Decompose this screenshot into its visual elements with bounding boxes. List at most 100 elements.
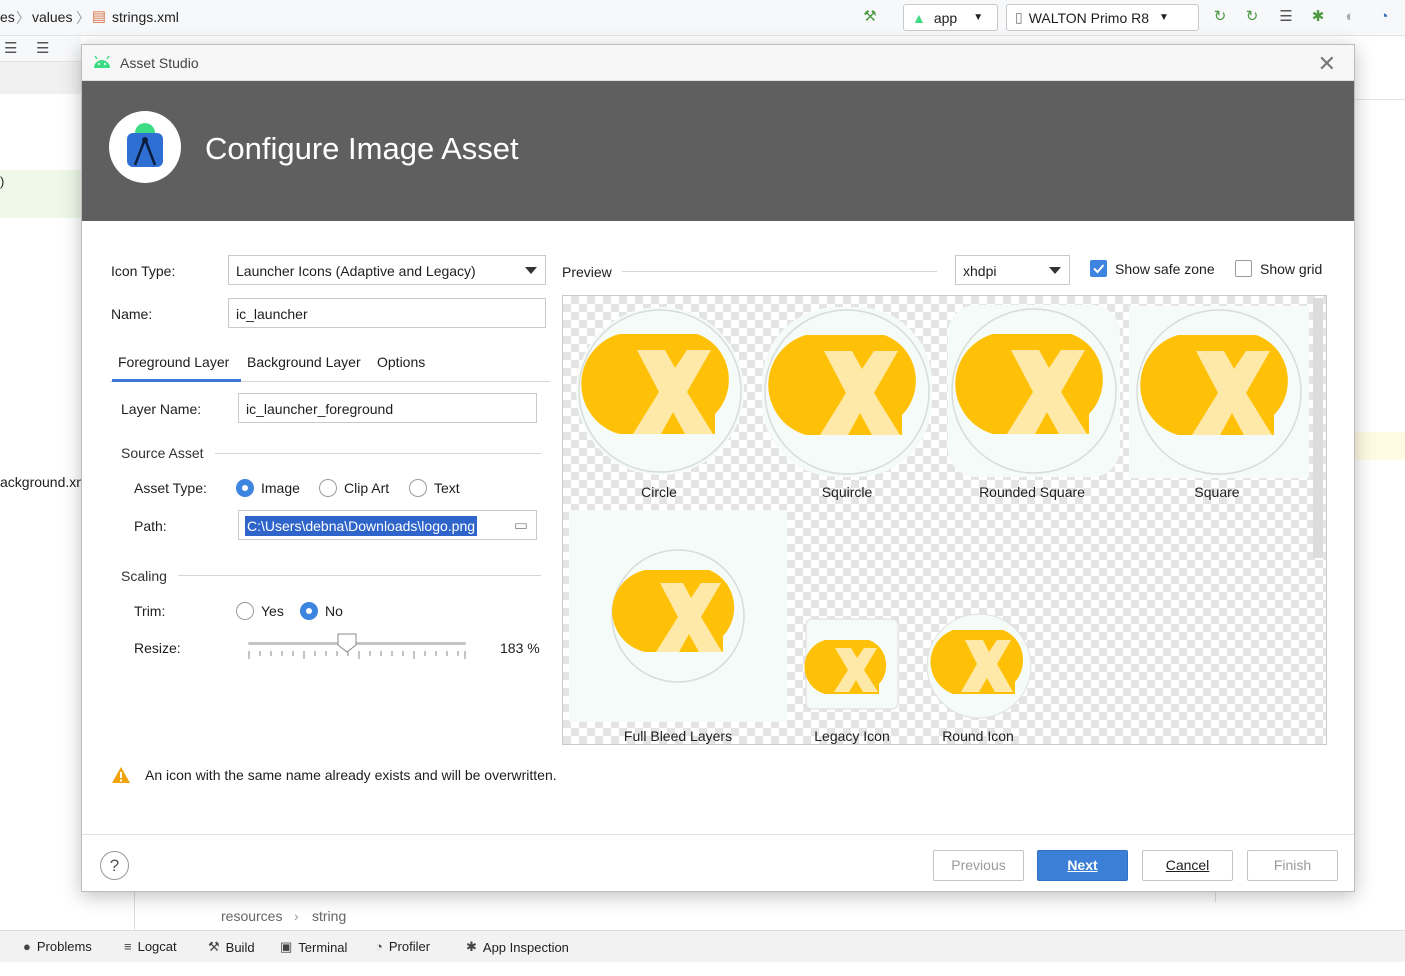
trim-yes-radio[interactable] [236, 602, 254, 620]
resize-slider-ticks [248, 651, 466, 659]
show-safe-zone-checkbox[interactable] [1090, 260, 1107, 277]
preview-label-circle: Circle [641, 484, 677, 500]
resize-label: Resize: [134, 640, 181, 656]
dialog-title: Asset Studio [120, 55, 199, 71]
sync-icon[interactable]: ☰ [1277, 8, 1295, 26]
tool-tab-app-inspection[interactable]: ✱ App Inspection [466, 939, 569, 955]
checkmark-icon [1093, 264, 1105, 274]
squircle-icon-preview [762, 307, 932, 477]
attach-debugger-icon[interactable]: ◐ [1341, 8, 1359, 26]
breadcrumb-item[interactable]: strings.xml [112, 9, 179, 25]
density-select[interactable]: xhdpi [955, 255, 1070, 285]
android-icon: ▲ [912, 9, 926, 26]
layer-name-input[interactable]: ic_launcher_foreground [238, 393, 537, 423]
run-config-label: app [933, 9, 958, 26]
layer-name-label: Layer Name: [121, 401, 202, 417]
collapse-all-icon[interactable]: ☰ [36, 39, 49, 57]
trim-yes-label[interactable]: Yes [261, 603, 284, 619]
show-grid-checkbox[interactable] [1235, 260, 1252, 277]
asset-type-image-radio[interactable] [236, 479, 254, 497]
editor-breadcrumb[interactable]: resources [221, 908, 282, 924]
expand-all-icon[interactable]: ☰ [4, 39, 17, 57]
resize-slider-track[interactable] [248, 642, 466, 645]
editor-text: ackground.xn [0, 474, 85, 490]
icon-type-label: Icon Type: [111, 263, 176, 279]
help-button[interactable]: ? [100, 851, 129, 880]
tool-tab-profiler[interactable]: ◔ Profiler [375, 939, 430, 954]
name-label: Name: [111, 306, 153, 322]
debug-icon[interactable]: ✱ [1309, 8, 1327, 26]
source-asset-title: Source Asset [121, 445, 204, 461]
rounded-square-icon-preview [948, 305, 1120, 477]
chevron-down-icon: ▼ [1159, 12, 1169, 23]
breadcrumb-item[interactable]: values [32, 9, 72, 25]
path-value: C:\Users\debna\Downloads\logo.png [245, 516, 478, 536]
footer-divider [82, 834, 1354, 835]
apply-changes-icon[interactable]: ↻ [1211, 8, 1229, 26]
preview-label-legacy: Legacy Icon [814, 728, 890, 744]
icon-type-select[interactable]: Launcher Icons (Adaptive and Legacy) [228, 255, 546, 285]
full-bleed-layers-preview [569, 510, 787, 722]
warning-icon [112, 767, 130, 783]
preview-label-full-bleed: Full Bleed Layers [623, 728, 733, 744]
resize-slider-thumb[interactable] [337, 633, 357, 653]
device-icon: ▯ [1015, 9, 1023, 25]
editor-row-highlight [0, 170, 81, 218]
asset-type-clipart-label[interactable]: Clip Art [344, 480, 389, 496]
trim-label: Trim: [134, 603, 166, 619]
legacy-icon-preview [804, 618, 899, 710]
warning-text: An icon with the same name already exist… [145, 767, 557, 783]
tab-foreground-layer[interactable]: Foreground Layer [118, 354, 229, 370]
previous-button[interactable]: Previous [933, 850, 1024, 881]
next-button-label: Next [1067, 857, 1098, 873]
asset-type-text-radio[interactable] [409, 479, 427, 497]
finish-button[interactable]: Finish [1247, 850, 1338, 881]
next-button[interactable]: Next [1037, 850, 1128, 881]
editor-right-panel [1355, 36, 1405, 896]
asset-type-text-label[interactable]: Text [434, 480, 460, 496]
show-grid-label[interactable]: Show grid [1260, 261, 1322, 277]
trim-no-radio[interactable] [300, 602, 318, 620]
scaling-title: Scaling [121, 568, 167, 584]
hammer-icon: ⚒ [208, 939, 220, 954]
icon-preview-panel: Circle Squircle Rounded Square Square Fu… [562, 295, 1327, 745]
editor-text: ) [0, 174, 5, 189]
square-icon-preview [1129, 306, 1309, 478]
path-input[interactable]: C:\Users\debna\Downloads\logo.png ▭ [238, 510, 537, 540]
editor-left-panel: ☰ ☰ ) ackground.xn [0, 36, 85, 896]
tab-background-layer[interactable]: Background Layer [247, 354, 361, 370]
folder-icon[interactable]: ▭ [514, 516, 528, 534]
breadcrumb-separator: 〉 [76, 10, 90, 26]
show-safe-zone-label[interactable]: Show safe zone [1115, 261, 1215, 277]
tab-options[interactable]: Options [377, 354, 425, 370]
editor-toolbar: ☰ ☰ [0, 36, 81, 62]
resize-value: 183 % [500, 640, 540, 656]
build-hammer-icon[interactable]: ⚒ [861, 8, 879, 26]
trim-no-label[interactable]: No [325, 603, 343, 619]
editor-breadcrumb[interactable]: string [312, 908, 346, 924]
apply-code-changes-icon[interactable]: ↻ [1243, 8, 1261, 26]
tool-tab-problems[interactable]: ● Problems [23, 939, 92, 954]
asset-type-label: Asset Type: [134, 480, 207, 496]
tool-tab-logcat[interactable]: ≡ Logcat [124, 939, 177, 954]
breadcrumb-item[interactable]: es [0, 9, 15, 25]
asset-studio-dialog: Asset Studio ✕ Configure Image Asset Ico… [81, 44, 1355, 892]
cancel-button[interactable]: Cancel [1142, 850, 1233, 881]
breadcrumb-separator: › [294, 908, 299, 924]
editor-row-highlight [1355, 432, 1405, 460]
asset-type-image-label[interactable]: Image [261, 480, 300, 496]
terminal-icon: ▣ [280, 939, 293, 954]
run-config-dropdown[interactable]: ▲ app ▼ [903, 4, 998, 31]
device-dropdown[interactable]: ▯ WALTON Primo R8 ▼ [1006, 4, 1199, 31]
preview-scrollbar[interactable] [1313, 298, 1323, 558]
asset-type-clipart-radio[interactable] [319, 479, 337, 497]
preview-label: Preview [562, 264, 612, 280]
profiler-icon[interactable]: ◔ [1375, 8, 1393, 26]
dialog-title-bar[interactable]: Asset Studio ✕ [82, 45, 1354, 81]
overwrite-warning: An icon with the same name already exist… [111, 766, 557, 784]
tool-tab-build[interactable]: ⚒ Build [208, 939, 255, 955]
close-icon[interactable]: ✕ [1318, 51, 1336, 77]
name-input[interactable]: ic_launcher [228, 298, 546, 328]
tool-tab-terminal[interactable]: ▣ Terminal [280, 939, 347, 955]
round-icon-preview [926, 613, 1032, 719]
